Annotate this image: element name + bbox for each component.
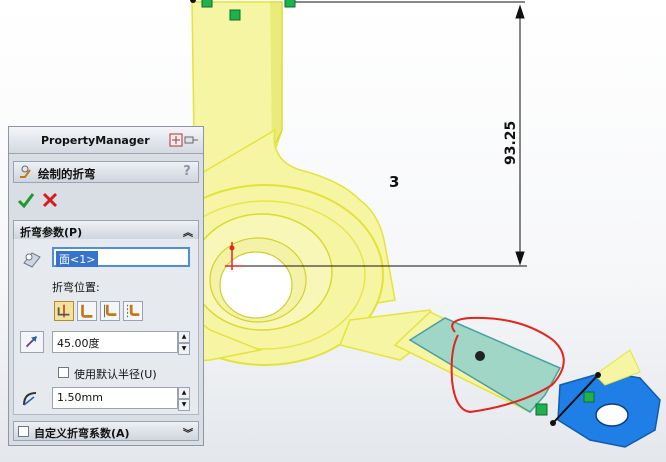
spin-down-icon[interactable]: ▼ xyxy=(178,343,190,355)
relation-marker-icon[interactable] xyxy=(229,9,241,21)
expand-icon[interactable]: ︾ xyxy=(183,425,193,440)
bend-params-body: 面<1> 折弯位置: 45.00度 ▲ ▼ 使用默认半径(U) 1.50mm ▲… xyxy=(13,239,199,415)
relation-marker-icon[interactable] xyxy=(284,0,296,8)
relation-marker-icon[interactable] xyxy=(201,0,213,8)
fixed-face-point[interactable] xyxy=(475,351,485,361)
help-button[interactable]: ? xyxy=(180,165,194,179)
spin-up-icon[interactable]: ▲ xyxy=(178,331,190,343)
bend-position-label: 折弯位置: xyxy=(52,281,100,294)
bend-params-header[interactable]: 折弯参数(P) ︽ xyxy=(13,220,199,240)
pin-icon[interactable] xyxy=(169,133,199,147)
bend-angle-input[interactable]: 45.00度 xyxy=(52,331,178,353)
annotation-number: 3 xyxy=(389,173,400,191)
bend-centerline-button[interactable] xyxy=(54,301,74,321)
feature-name: 绘制的折弯 xyxy=(38,167,96,181)
bend-radius-icon xyxy=(20,387,44,409)
material-inside-button[interactable] xyxy=(77,301,97,321)
bend-outside-button[interactable] xyxy=(123,301,143,321)
relation-marker-icon[interactable] xyxy=(535,403,548,416)
spin-down-icon[interactable]: ▼ xyxy=(178,399,190,411)
collapse-icon[interactable]: ︽ xyxy=(183,224,193,239)
cancel-button[interactable] xyxy=(41,191,59,209)
custom-bend-allowance-title: 自定义折弯系数(A) xyxy=(34,427,130,440)
dimension-value[interactable]: 93.25 xyxy=(503,121,519,165)
face-selection-field[interactable]: 面<1> xyxy=(52,247,190,267)
relation-marker-icon[interactable] xyxy=(583,391,595,403)
custom-bend-allowance-header[interactable]: 自定义折弯系数(A) ︾ xyxy=(13,421,199,441)
property-manager-titlebar: PropertyManager xyxy=(9,127,203,154)
feature-header: 绘制的折弯 ? xyxy=(13,161,199,183)
bend-radius-input[interactable]: 1.50mm xyxy=(52,387,178,409)
face-select-icon xyxy=(20,247,44,269)
use-default-radius-checkbox[interactable] xyxy=(58,367,69,378)
property-manager-panel: PropertyManager 绘制的折弯 ? 折弯参数(P) ︽ 面<1> 折… xyxy=(8,126,204,446)
use-default-radius-label: 使用默认半径(U) xyxy=(74,368,157,381)
bend-radius-spinner[interactable]: ▲ ▼ xyxy=(178,387,190,411)
spin-up-icon[interactable]: ▲ xyxy=(178,387,190,399)
ok-button[interactable] xyxy=(17,191,35,209)
bend-params-title: 折弯参数(P) xyxy=(20,226,83,239)
custom-bend-allowance-checkbox[interactable] xyxy=(18,426,29,437)
bend-angle-spinner[interactable]: ▲ ▼ xyxy=(178,331,190,355)
bend-angle-direction-icon[interactable] xyxy=(20,331,44,353)
material-outside-button[interactable] xyxy=(100,301,120,321)
sketched-bend-icon xyxy=(20,165,31,178)
property-manager-title: PropertyManager xyxy=(41,134,150,147)
face-selection-item[interactable]: 面<1> xyxy=(56,251,99,267)
